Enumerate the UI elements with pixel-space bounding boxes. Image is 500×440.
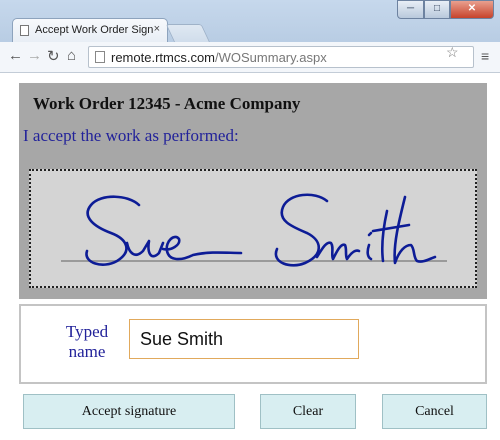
typed-name-label-line2: name [68, 342, 106, 361]
star-icon[interactable]: ☆ [446, 44, 459, 61]
handwritten-signature [85, 193, 437, 267]
accept-signature-button[interactable]: Accept signature [23, 394, 235, 429]
address-host: remote.rtmcs.com [111, 50, 216, 65]
close-window-button[interactable]: ✕ [450, 0, 494, 19]
typed-name-panel: Typed name [19, 304, 487, 384]
accept-statement: I accept the work as performed: [23, 126, 239, 145]
back-arrow-icon[interactable]: ← [8, 47, 23, 64]
browser-toolbar: ← → ↻ ⌂ remote.rtmcs.com/WOSummary.aspx … [0, 42, 500, 73]
address-bar[interactable]: remote.rtmcs.com/WOSummary.aspx [88, 46, 474, 68]
reload-icon[interactable]: ↻ [47, 47, 60, 65]
browser-window: Accept Work Order Signat × ─ □ ✕ ← → ↻ ⌂… [0, 0, 500, 440]
clear-button[interactable]: Clear [260, 394, 356, 429]
browser-tab[interactable]: Accept Work Order Signat × [12, 18, 168, 42]
home-icon[interactable]: ⌂ [67, 47, 76, 64]
page-content: Work Order 12345 - Acme Company I accept… [0, 73, 500, 440]
minimize-button[interactable]: ─ [397, 0, 424, 19]
hamburger-menu-icon[interactable]: ≡ [481, 48, 489, 64]
new-tab-button[interactable] [165, 24, 211, 43]
signature-pad[interactable] [29, 169, 477, 288]
maximize-button[interactable]: □ [424, 0, 450, 19]
cancel-button[interactable]: Cancel [382, 394, 487, 429]
page-icon [95, 51, 105, 63]
typed-name-label: Typed name [59, 322, 115, 362]
tab-title: Accept Work Order Signat [35, 24, 153, 36]
address-path: /WOSummary.aspx [215, 50, 327, 65]
typed-name-label-line1: Typed [65, 322, 109, 341]
signature-panel: Work Order 12345 - Acme Company I accept… [19, 83, 487, 299]
close-tab-icon[interactable]: × [154, 23, 160, 35]
address-url: remote.rtmcs.com/WOSummary.aspx [111, 50, 327, 65]
page-icon [20, 25, 29, 36]
page-title: Work Order 12345 - Acme Company [33, 94, 301, 113]
typed-name-input[interactable] [129, 319, 359, 359]
forward-arrow-icon[interactable]: → [27, 47, 42, 64]
